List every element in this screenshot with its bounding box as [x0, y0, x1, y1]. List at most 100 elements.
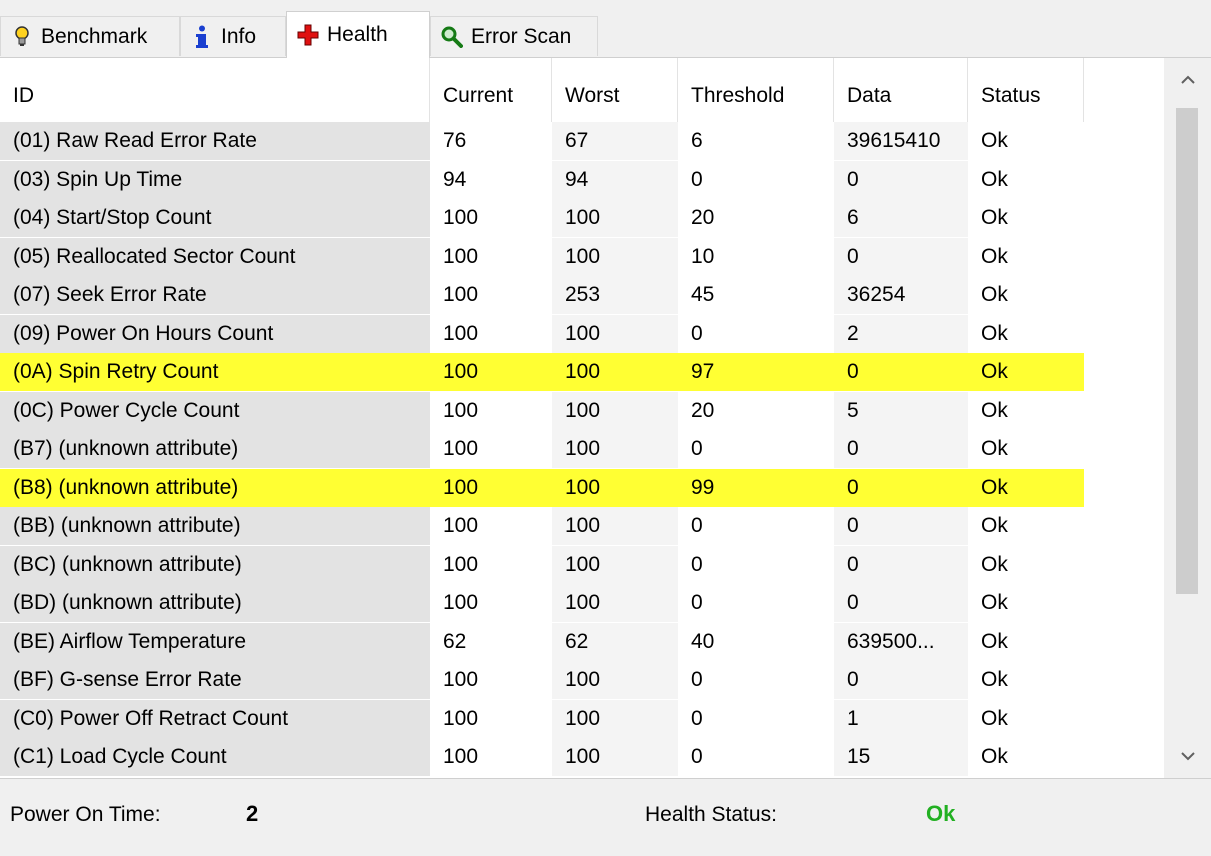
table-row[interactable]: (BC) (unknown attribute) 100 100 0 0 Ok [0, 545, 1164, 584]
table-row[interactable]: (B7) (unknown attribute) 100 100 0 0 Ok [0, 430, 1164, 468]
table-row[interactable]: (BE) Airflow Temperature 62 62 40 639500... O… [0, 622, 1164, 661]
scroll-down-arrow-icon[interactable] [1164, 734, 1211, 778]
cell-status: Ok [981, 283, 1008, 306]
cell-current: 76 [443, 129, 467, 152]
cell-status: Ok [981, 706, 1008, 730]
tab-label: Error Scan [471, 24, 572, 48]
vertical-scrollbar[interactable] [1164, 58, 1211, 778]
column-header-id[interactable]: ID [0, 58, 430, 122]
cell-worst: 100 [552, 507, 678, 545]
cell-id: (C1) Load Cycle Count [0, 738, 430, 776]
cell-current: 100 [443, 591, 479, 614]
cell-status: Ok [981, 552, 1008, 576]
tab-label: Benchmark [41, 24, 148, 48]
column-header-data[interactable]: Data [834, 58, 968, 122]
cell-id: (C0) Power Off Retract Count [0, 699, 430, 738]
cell-threshold: 0 [691, 167, 703, 191]
cell-threshold: 0 [691, 437, 703, 460]
cell-worst: 100 [552, 468, 678, 507]
cell-status: Ok [981, 244, 1008, 268]
red-cross-icon [297, 24, 319, 46]
column-header-status[interactable]: Status [968, 58, 1084, 122]
cell-data: 5 [834, 391, 968, 430]
cell-data: 1 [834, 699, 968, 738]
cell-threshold: 0 [691, 321, 703, 345]
cell-worst: 253 [552, 276, 678, 314]
tab-benchmark[interactable]: Benchmark [0, 16, 180, 56]
column-header-current[interactable]: Current [430, 58, 552, 122]
cell-worst: 100 [552, 314, 678, 353]
cell-current: 100 [443, 552, 479, 576]
table-row[interactable]: (07) Seek Error Rate 100 253 45 36254 Ok [0, 276, 1164, 314]
cell-status: Ok [981, 129, 1008, 152]
cell-id: (BF) G-sense Error Rate [0, 661, 430, 699]
cell-status: Ok [981, 398, 1008, 422]
cell-data: 0 [834, 468, 968, 507]
cell-current: 94 [443, 167, 467, 191]
cell-status: Ok [981, 514, 1008, 537]
cell-status: Ok [981, 206, 1008, 229]
cell-id: (0C) Power Cycle Count [0, 391, 430, 430]
power-on-time-value: 2 [246, 801, 259, 826]
cell-current: 100 [443, 244, 479, 268]
table-row[interactable]: (03) Spin Up Time 94 94 0 0 Ok [0, 160, 1164, 199]
tab-health[interactable]: Health [286, 11, 430, 58]
cell-worst: 100 [552, 584, 678, 622]
column-header-worst[interactable]: Worst [552, 58, 678, 122]
scrollbar-thumb[interactable] [1176, 108, 1198, 594]
cell-id: (B7) (unknown attribute) [0, 430, 430, 468]
cell-current: 100 [443, 745, 479, 768]
cell-worst: 94 [552, 160, 678, 199]
table-row[interactable]: (0A) Spin Retry Count 100 100 97 0 Ok [0, 353, 1164, 391]
info-icon [191, 25, 213, 48]
cell-id: (BB) (unknown attribute) [0, 507, 430, 545]
cell-worst: 100 [552, 199, 678, 237]
cell-status: Ok [981, 629, 1008, 653]
smart-attributes-panel: ID Current Worst Threshold Data Status (… [0, 57, 1211, 779]
cell-status: Ok [968, 468, 1084, 507]
tab-info[interactable]: Info [180, 16, 286, 56]
cell-data: 39615410 [834, 122, 968, 160]
cell-id: (BD) (unknown attribute) [0, 584, 430, 622]
table-row[interactable]: (BB) (unknown attribute) 100 100 0 0 Ok [0, 507, 1164, 545]
cell-threshold: 0 [691, 552, 703, 576]
table-row[interactable]: (BF) G-sense Error Rate 100 100 0 0 Ok [0, 661, 1164, 699]
cell-data: 0 [834, 661, 968, 699]
table-row[interactable]: (0C) Power Cycle Count 100 100 20 5 Ok [0, 391, 1164, 430]
cell-id: (07) Seek Error Rate [0, 276, 430, 314]
cell-worst: 100 [552, 430, 678, 468]
cell-id: (09) Power On Hours Count [0, 314, 430, 353]
cell-status: Ok [981, 437, 1008, 460]
cell-data: 15 [834, 738, 968, 776]
cell-id: (BE) Airflow Temperature [0, 622, 430, 661]
table-row[interactable]: (09) Power On Hours Count 100 100 0 2 Ok [0, 314, 1164, 353]
table-row[interactable]: (BD) (unknown attribute) 100 100 0 0 Ok [0, 584, 1164, 622]
cell-id: (05) Reallocated Sector Count [0, 237, 430, 276]
table-row[interactable]: (B8) (unknown attribute) 100 100 99 0 Ok [0, 468, 1164, 507]
cell-status: Ok [968, 353, 1084, 391]
column-header-threshold[interactable]: Threshold [678, 58, 834, 122]
table-row[interactable]: (04) Start/Stop Count 100 100 20 6 Ok [0, 199, 1164, 237]
table-row[interactable]: (C0) Power Off Retract Count 100 100 0 1 Ok [0, 699, 1164, 738]
cell-status: Ok [981, 668, 1008, 691]
tab-error-scan[interactable]: Error Scan [430, 16, 598, 56]
cell-worst: 100 [552, 353, 678, 391]
cell-id: (03) Spin Up Time [0, 160, 430, 199]
scroll-up-arrow-icon[interactable] [1164, 58, 1211, 102]
cell-threshold: 0 [691, 668, 703, 691]
cell-threshold: 45 [691, 283, 715, 306]
cell-threshold: 0 [691, 591, 703, 614]
cell-id: (04) Start/Stop Count [0, 199, 430, 237]
cell-status: Ok [981, 167, 1008, 191]
table-row[interactable]: (01) Raw Read Error Rate 76 67 6 39615410 Ok [0, 122, 1164, 160]
cell-id: (01) Raw Read Error Rate [0, 122, 430, 160]
health-status-value: Ok [926, 801, 956, 826]
cell-worst: 100 [552, 391, 678, 430]
table-row[interactable]: (C1) Load Cycle Count 100 100 0 15 Ok [0, 738, 1164, 776]
table-row[interactable]: (05) Reallocated Sector Count 100 100 10 0 Ok [0, 237, 1164, 276]
cell-current: 100 [443, 706, 479, 730]
cell-threshold: 10 [691, 244, 715, 268]
cell-current: 100 [443, 206, 479, 229]
cell-data: 0 [834, 545, 968, 584]
tab-bar: Benchmark Info Health Error Scan [0, 0, 1211, 58]
